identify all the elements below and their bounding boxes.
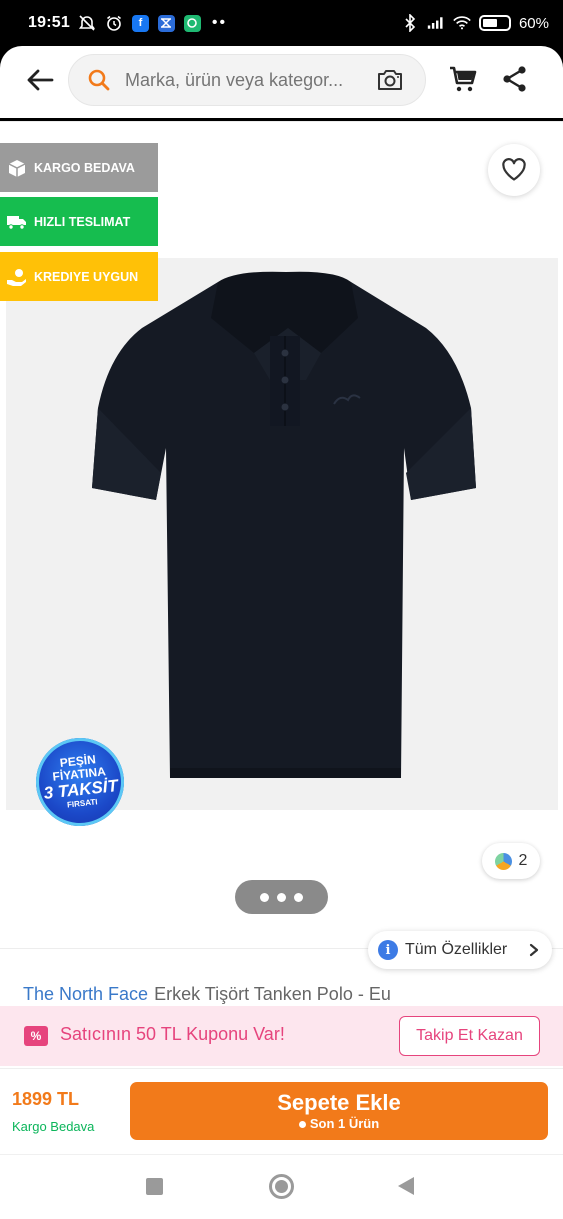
- stock-note-text: Son 1 Ürün: [309, 1116, 380, 1131]
- home-button[interactable]: [269, 1174, 294, 1199]
- badge-free-shipping: Kargo Bedava: [0, 143, 158, 192]
- installment-line-4: FIRSATI: [66, 797, 98, 810]
- product-price: 1899 TL: [12, 1089, 80, 1109]
- color-variants-count: 2: [518, 852, 528, 869]
- hand-coin-icon: [6, 266, 28, 288]
- box-icon: [6, 157, 28, 179]
- coupon-text: Satıcının 50 TL Kuponu Var!: [60, 1024, 285, 1044]
- recent-apps-button[interactable]: [146, 1178, 163, 1195]
- search-icon: [88, 69, 110, 91]
- alarm-clock-icon: [105, 14, 123, 32]
- app-icon: [183, 14, 201, 32]
- stock-note: Son 1 Ürün: [298, 1116, 380, 1132]
- camera-icon[interactable]: [375, 66, 405, 94]
- shipping-info: Kargo Bedava: [12, 1119, 95, 1134]
- badge-credit-eligible-label: Krediye Uygun: [34, 269, 139, 284]
- system-back-button[interactable]: [398, 1177, 414, 1195]
- facebook-icon: f: [131, 14, 149, 32]
- capcut-icon: [157, 14, 175, 32]
- stock-dot-icon: [298, 1120, 306, 1128]
- product-name: Erkek Tişört Tanken Polo - Eu: [154, 984, 391, 1004]
- all-specs-button[interactable]: i Tüm Özellikler: [368, 931, 552, 969]
- info-icon: i: [378, 940, 398, 960]
- product-brand-link[interactable]: The North Face: [23, 984, 148, 1004]
- share-icon[interactable]: [500, 64, 530, 94]
- favorite-button[interactable]: [488, 144, 540, 196]
- status-notification-icons: f ••: [78, 14, 227, 32]
- status-system-icons: 60%: [401, 14, 549, 32]
- search-input[interactable]: [125, 55, 375, 105]
- add-to-cart-button[interactable]: Sepete Ekle Son 1 Ürün: [130, 1082, 548, 1140]
- badge-fast-delivery: Hızlı Teslimat: [0, 197, 158, 246]
- polo-shirt-image[interactable]: [6, 258, 558, 810]
- signal-icon: [427, 14, 445, 32]
- coupon-icon: %: [24, 1026, 48, 1046]
- color-palette-icon: [494, 852, 512, 870]
- header-divider: [0, 121, 563, 122]
- arrow-left-icon: [27, 69, 54, 91]
- badge-fast-delivery-label: Hızlı Teslimat: [34, 214, 131, 229]
- alarm-off-icon: [78, 14, 96, 32]
- follow-earn-button[interactable]: Takip Et Kazan: [399, 1016, 540, 1056]
- battery-percent: 60%: [518, 14, 549, 32]
- heart-icon: [502, 158, 526, 181]
- pager-dot: [260, 892, 269, 902]
- wifi-icon: [453, 14, 471, 32]
- more-notifications-icon: ••: [211, 14, 228, 31]
- back-button[interactable]: [22, 62, 58, 98]
- purchase-bar: 1899 TL Kargo Bedava Sepete Ekle Son 1 Ü…: [0, 1068, 563, 1154]
- battery-icon: [478, 15, 511, 31]
- product-title: The North Face Erkek Tişört Tanken Polo -…: [23, 984, 543, 1008]
- add-to-cart-label: Sepete Ekle: [277, 1090, 401, 1115]
- color-variants-button[interactable]: 2: [482, 843, 540, 879]
- chevron-right-icon: [529, 943, 539, 957]
- truck-icon: [6, 211, 28, 233]
- status-time: 19:51: [28, 14, 70, 31]
- cart-icon[interactable]: [448, 64, 478, 94]
- bluetooth-icon: [401, 14, 419, 32]
- badge-free-shipping-label: Kargo Bedava: [34, 160, 135, 175]
- badge-credit-eligible: Krediye Uygun: [0, 252, 158, 301]
- search-box[interactable]: [68, 54, 426, 106]
- system-nav-bar: [0, 1154, 563, 1219]
- seller-coupon-bar: % Satıcının 50 TL Kuponu Var! Takip Et K…: [0, 1006, 563, 1066]
- pager-dot: [294, 892, 303, 902]
- all-specs-label: Tüm Özellikler: [405, 941, 508, 958]
- image-pager[interactable]: [235, 880, 328, 914]
- app-header: [0, 46, 563, 118]
- pager-dot: [277, 892, 286, 902]
- home-icon: [275, 1180, 288, 1193]
